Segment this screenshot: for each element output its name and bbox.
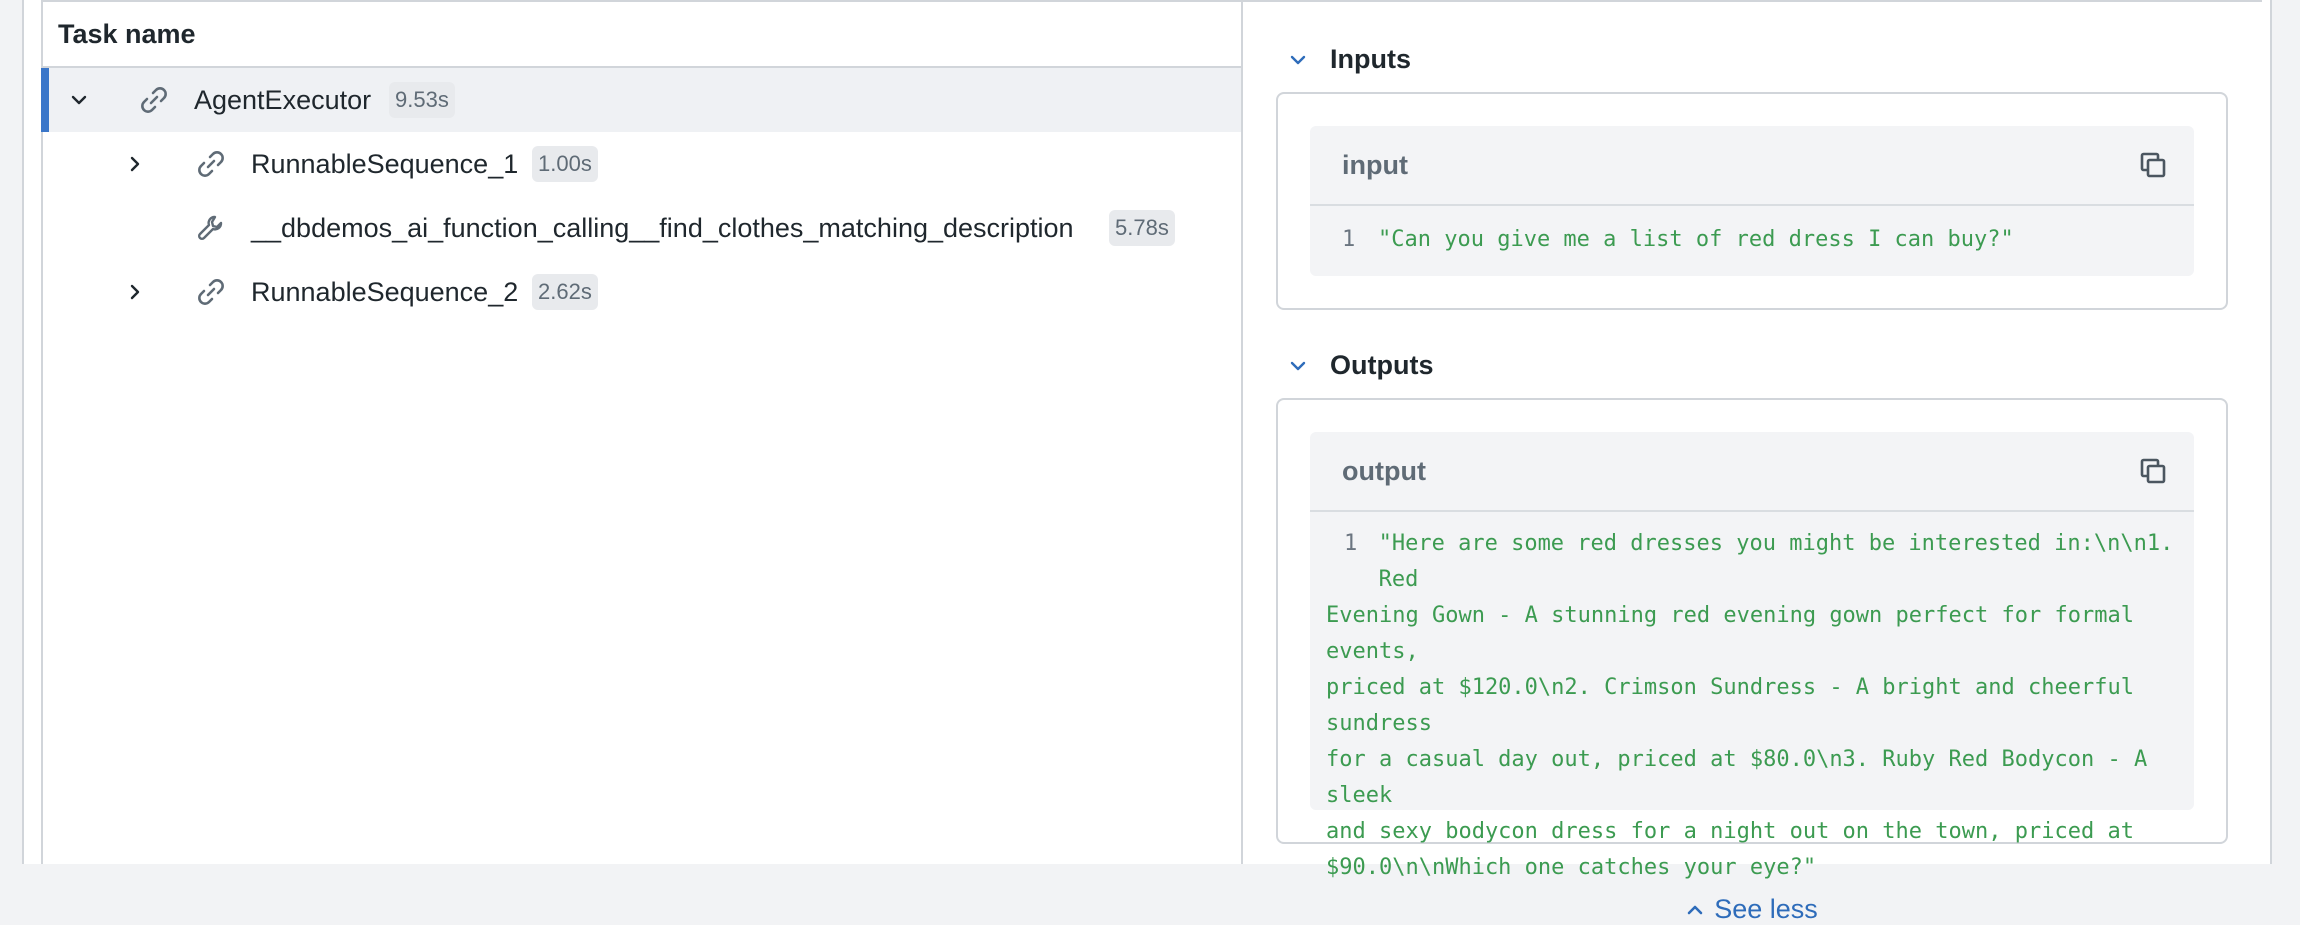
inputs-section-toggle[interactable]: Inputs	[1288, 44, 1411, 75]
tree-row-runnable-sequence-2[interactable]: RunnableSequence_2 2.62s	[43, 260, 1241, 324]
output-text-line: for a casual day out, priced at $80.0\n3…	[1326, 747, 2148, 808]
link-icon	[137, 83, 171, 117]
output-text-line: "Here are some red dresses you might be …	[1378, 531, 2174, 592]
output-text-line: Evening Gown - A stunning red evening go…	[1326, 603, 2134, 664]
duration-badge: 1.00s	[532, 146, 598, 182]
outputs-title: Outputs	[1330, 350, 1434, 380]
tree-row-label: RunnableSequence_1	[251, 148, 519, 179]
chevron-right-icon[interactable]	[123, 280, 147, 304]
see-less-label: See less	[1714, 894, 1818, 924]
tree-row-find-clothes-function[interactable]: __dbdemos_ai_function_calling__find_clot…	[43, 196, 1241, 260]
inputs-card: input 1 "Can you give me a list of red d…	[1276, 92, 2228, 310]
output-line: 1 "Here are some red dresses you might b…	[1326, 526, 2194, 598]
duration-badge: 9.53s	[389, 82, 455, 118]
tree-row-label: AgentExecutor	[194, 84, 372, 115]
link-icon	[194, 147, 228, 181]
input-field-name: input	[1342, 149, 1408, 180]
output-text-line: and sexy bodycon dress for a night out o…	[1326, 819, 2134, 844]
detail-panel-top-border	[1243, 0, 2262, 2]
tree-row-runnable-sequence-1[interactable]: RunnableSequence_1 1.00s	[43, 132, 1241, 196]
task-tree-panel: Task name AgentExecutor 9.53s RunnableSe…	[41, 0, 1243, 864]
wrench-icon	[194, 211, 228, 245]
see-less-button[interactable]: See less	[1310, 894, 2194, 925]
line-number: 1	[1342, 227, 1356, 252]
input-code-body: 1 "Can you give me a list of red dress I…	[1310, 206, 2194, 258]
chevron-down-icon[interactable]	[67, 88, 91, 112]
outputs-card: output 1 "Here are some red dresses you …	[1276, 398, 2228, 924]
chevron-up-icon	[1686, 901, 1704, 919]
task-name-header: Task name	[43, 2, 1241, 68]
output-text-line: $90.0\n\nWhich one catches your eye?"	[1326, 855, 1817, 880]
chevron-down-icon	[1288, 50, 1310, 70]
input-code-header: input	[1310, 126, 2194, 206]
link-icon	[194, 275, 228, 309]
copy-icon[interactable]	[2138, 150, 2168, 180]
chevron-right-icon[interactable]	[123, 152, 147, 176]
output-code-body: 1 "Here are some red dresses you might b…	[1310, 512, 2194, 886]
outputs-section-toggle[interactable]: Outputs	[1288, 350, 1433, 381]
input-code-box: input 1 "Can you give me a list of red d…	[1310, 126, 2194, 276]
duration-badge: 2.62s	[532, 274, 598, 310]
input-value: "Can you give me a list of red dress I c…	[1378, 227, 2014, 252]
chevron-down-icon	[1288, 356, 1310, 376]
output-code-header: output	[1310, 432, 2194, 512]
line-number: 1	[1344, 531, 1358, 556]
tree-row-label: RunnableSequence_2	[251, 276, 519, 307]
output-code-box: output 1 "Here are some red dresses you …	[1310, 432, 2194, 924]
tree-row-agent-executor[interactable]: AgentExecutor 9.53s	[41, 68, 1241, 132]
output-text-line: priced at $120.0\n2. Crimson Sundress - …	[1326, 675, 2134, 736]
task-name-header-label: Task name	[58, 18, 196, 49]
copy-icon[interactable]	[2138, 456, 2168, 486]
tree-row-label: __dbdemos_ai_function_calling__find_clot…	[251, 212, 1074, 243]
inputs-title: Inputs	[1330, 44, 1411, 74]
duration-badge: 5.78s	[1109, 210, 1175, 246]
output-field-name: output	[1342, 455, 1426, 486]
